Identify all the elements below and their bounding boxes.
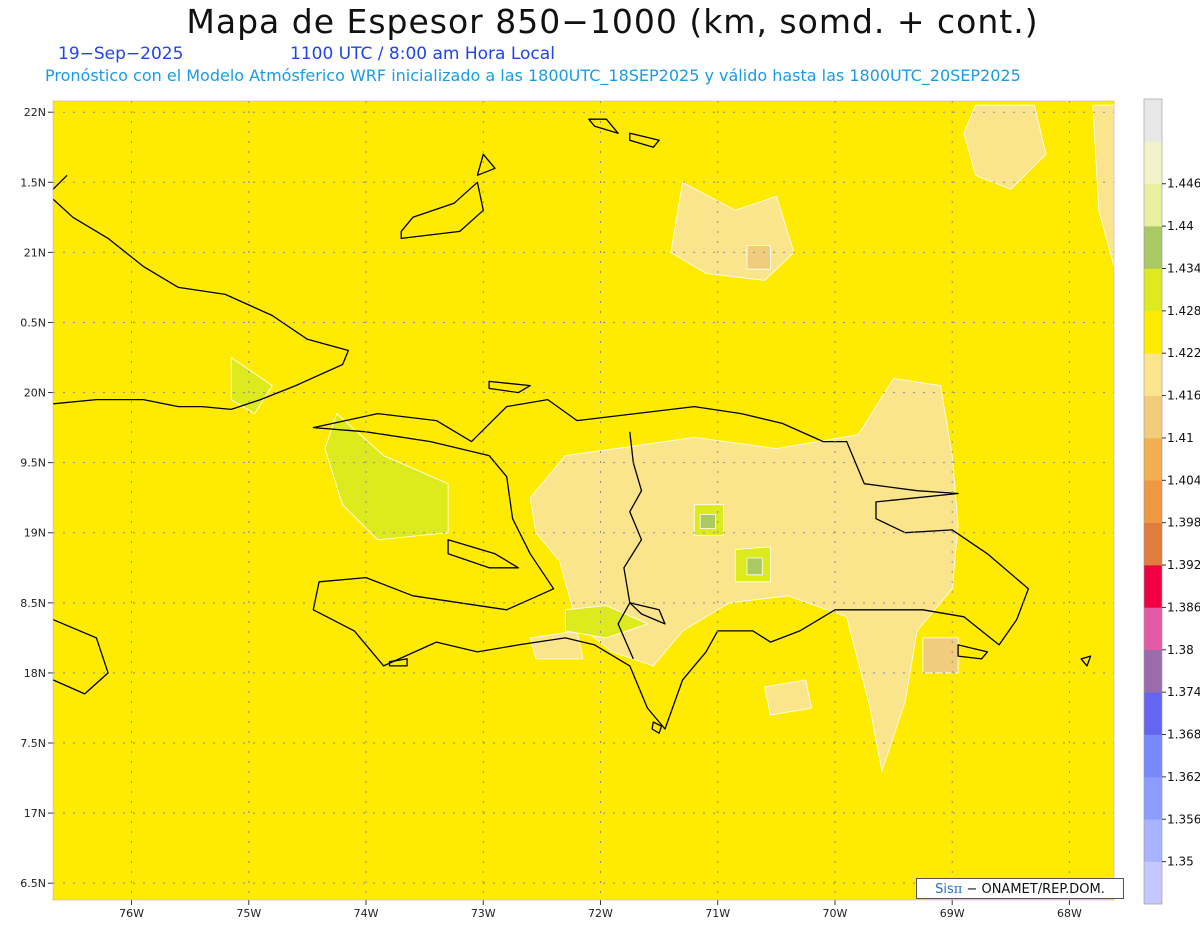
colorbar-label: 1.44: [1167, 219, 1194, 233]
lat-label: 21N: [24, 246, 46, 259]
lat-label: 17N: [24, 807, 46, 820]
lat-label: 22N: [24, 106, 46, 119]
lat-label: 18N: [24, 667, 46, 680]
colorbar-swatch: [1144, 353, 1162, 396]
colorbar-swatch: [1144, 226, 1162, 269]
colorbar-label: 1.392: [1167, 558, 1200, 572]
lon-label: 72W: [588, 907, 613, 920]
credit-sis: Sis: [935, 882, 954, 897]
lon-label: 73W: [471, 907, 496, 920]
colorbar-label: 1.422: [1167, 346, 1200, 360]
colorbar-swatch: [1144, 480, 1162, 523]
colorbar-label: 1.434: [1167, 261, 1200, 275]
colorbar-label: 1.35: [1167, 855, 1194, 869]
colorbar-swatch: [1144, 268, 1162, 312]
colorbar-swatch: [1144, 99, 1162, 142]
colorbar-swatch: [1144, 649, 1162, 693]
lon-label: 76W: [119, 907, 144, 920]
colorbar-label: 1.362: [1167, 770, 1200, 784]
colorbar-swatch: [1144, 819, 1162, 862]
lat-label: 6.5N: [20, 877, 46, 890]
colorbar-label: 1.416: [1167, 389, 1200, 403]
credit-pi: π: [953, 882, 963, 897]
colorbar-label: 1.38: [1167, 643, 1194, 657]
lon-label: 75W: [236, 907, 261, 920]
colorbar-swatch: [1144, 437, 1162, 481]
colorbar-swatch: [1144, 776, 1162, 820]
colorbar-label: 1.368: [1167, 728, 1200, 742]
colorbar-label: 1.446: [1167, 177, 1200, 191]
lat-label: 19N: [24, 527, 46, 540]
colorbar-swatch: [1144, 522, 1162, 566]
credit-box: Sisπ − ONAMET/REP.DOM.: [916, 878, 1124, 899]
colorbar-swatch: [1144, 565, 1162, 608]
colorbar-label: 1.41: [1167, 431, 1194, 445]
lat-label: 1.5N: [20, 176, 46, 189]
colorbar-swatch: [1144, 183, 1162, 227]
contour-area-1-404: [922, 637, 959, 674]
lon-label: 71W: [705, 907, 730, 920]
colorbar-label: 1.404: [1167, 473, 1200, 487]
thickness-map: 22N 1.5N 21N 0.5N 20N 9.5N 19N 8.5N 18N 7.5N 17N 6.…: [20, 98, 1200, 920]
contour-area-1-428: [699, 514, 716, 529]
colorbar-swatch: [1144, 310, 1162, 354]
lon-label: 70W: [823, 907, 848, 920]
colorbar-swatch: [1144, 861, 1162, 905]
colorbar-swatch: [1144, 141, 1162, 185]
lon-label: 69W: [940, 907, 965, 920]
colorbar-swatch: [1144, 607, 1162, 651]
colorbar-swatch: [1144, 692, 1162, 735]
contour-area-1-404: [746, 245, 771, 270]
colorbar-label: 1.386: [1167, 600, 1200, 614]
credit-onamet: − ONAMET/REP.DOM.: [966, 882, 1105, 897]
colorbar-label: 1.428: [1167, 304, 1200, 318]
colorbar-swatch: [1144, 734, 1162, 778]
lat-label: 0.5N: [20, 316, 46, 329]
lon-label: 74W: [354, 907, 379, 920]
contour-area-1-428: [746, 557, 763, 576]
colorbar-label: 1.398: [1167, 516, 1200, 530]
lat-label: 9.5N: [20, 457, 46, 470]
lat-label: 7.5N: [20, 737, 46, 750]
lon-label: 68W: [1057, 907, 1082, 920]
colorbar-label: 1.374: [1167, 685, 1200, 699]
colorbar: 1.35 1.356 1.362 1.368 1.374 1.38 1.386 1.392 1.…: [1143, 98, 1200, 905]
lat-label: 20N: [24, 387, 46, 400]
colorbar-swatch: [1144, 395, 1162, 439]
colorbar-label: 1.356: [1167, 812, 1200, 826]
lat-label: 8.5N: [20, 597, 46, 610]
